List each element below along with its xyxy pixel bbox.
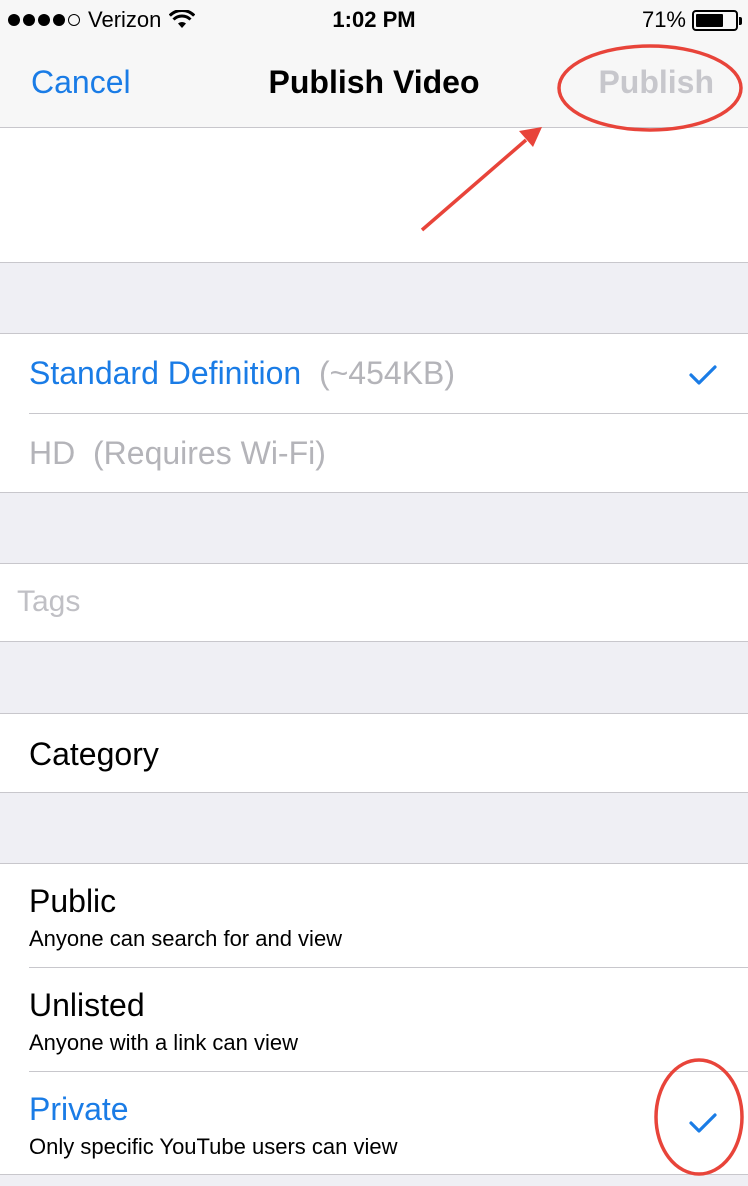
navigation-bar: Cancel Publish Video Publish [0, 40, 748, 128]
screen: Verizon 1:02 PM 71% Cancel Publish Video… [0, 0, 748, 1186]
status-time: 1:02 PM [332, 7, 416, 32]
category-label: Category [29, 736, 159, 772]
unlisted-subtitle: Anyone with a link can view [29, 1030, 299, 1055]
hd-label: HD [29, 435, 76, 471]
checkmark-icon [689, 1113, 717, 1133]
video-title-area[interactable] [0, 128, 748, 263]
quality-options: Standard Definition (~454KB) HD (Require… [0, 333, 748, 493]
battery-icon [692, 9, 742, 31]
publish-button[interactable]: Publish [598, 64, 714, 101]
public-subtitle: Anyone can search for and view [29, 926, 343, 951]
public-title: Public [29, 883, 117, 919]
cancel-button[interactable]: Cancel [31, 64, 131, 101]
privacy-option-public[interactable]: Public Anyone can search for and view [0, 864, 748, 968]
quality-option-label: HD (Requires Wi-Fi) [29, 435, 326, 472]
tags-input[interactable] [17, 582, 717, 622]
unlisted-title: Unlisted [29, 987, 145, 1023]
category-cell[interactable]: Category [0, 713, 748, 793]
sd-label: Standard Definition [29, 355, 302, 391]
quality-option-sd[interactable]: Standard Definition (~454KB) [0, 334, 748, 414]
privacy-option-private[interactable]: Private Only specific YouTube users can … [0, 1072, 748, 1176]
private-title: Private [29, 1091, 129, 1127]
checkmark-icon [689, 365, 717, 385]
status-right: 71% [641, 7, 742, 33]
tags-cell [0, 563, 748, 642]
quality-option-hd[interactable]: HD (Requires Wi-Fi) [0, 414, 748, 494]
hd-requirement: (Requires Wi-Fi) [93, 435, 326, 471]
quality-option-label: Standard Definition (~454KB) [29, 355, 455, 392]
privacy-option-unlisted[interactable]: Unlisted Anyone with a link can view [0, 968, 748, 1072]
status-bar: Verizon 1:02 PM 71% [0, 0, 748, 40]
privacy-options: Public Anyone can search for and view Un… [0, 863, 748, 1175]
battery-percent: 71% [641, 7, 686, 32]
sd-size: (~454KB) [318, 355, 456, 391]
battery-fill [696, 13, 723, 27]
private-subtitle: Only specific YouTube users can view [29, 1134, 398, 1159]
